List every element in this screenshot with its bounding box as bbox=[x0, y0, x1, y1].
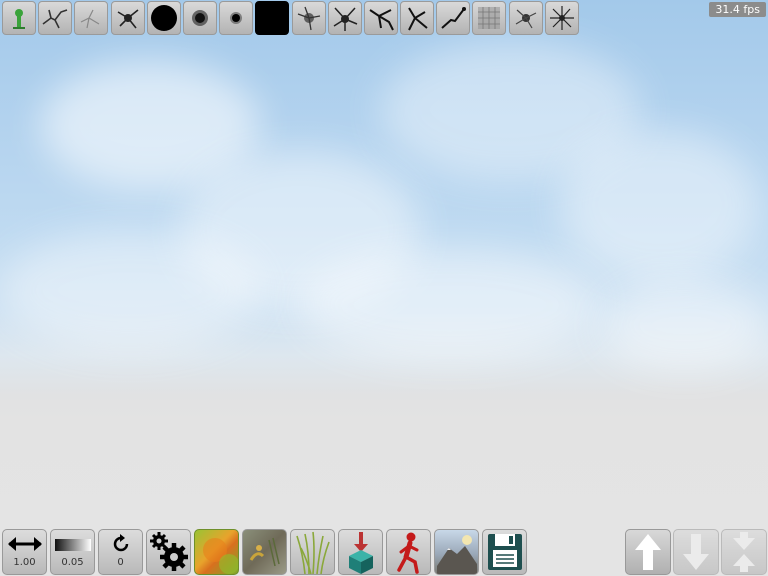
large-round-brush-button[interactable] bbox=[146, 1, 181, 35]
cloud bbox=[300, 250, 600, 360]
large-round-brush-icon bbox=[150, 5, 177, 31]
lower-terrain-button[interactable] bbox=[673, 529, 719, 575]
scatter-brush-icon bbox=[515, 9, 536, 29]
grass-button[interactable] bbox=[290, 529, 335, 575]
flatten-terrain-button[interactable] bbox=[721, 529, 767, 575]
root-brush-icon bbox=[408, 7, 428, 31]
square-brush-icon bbox=[258, 4, 287, 32]
splatter-brush-icon bbox=[297, 6, 320, 31]
root-brush-button[interactable] bbox=[400, 1, 435, 35]
crack-brush-button[interactable] bbox=[38, 1, 73, 35]
splat-brush-button[interactable] bbox=[110, 1, 145, 35]
line-brush-button[interactable] bbox=[436, 1, 471, 35]
fps-counter: 31.4 fps bbox=[709, 2, 766, 17]
noise-brush-button[interactable] bbox=[472, 1, 507, 35]
star-splat-brush-button[interactable] bbox=[327, 1, 362, 35]
up-arrow-icon bbox=[635, 534, 661, 570]
down-arrow-icon bbox=[683, 534, 709, 570]
tree-brush-button[interactable] bbox=[2, 1, 36, 35]
grass-icon bbox=[295, 531, 330, 574]
gears-icon bbox=[149, 532, 188, 571]
crack-brush-icon bbox=[42, 9, 68, 29]
settings-button[interactable] bbox=[146, 529, 191, 575]
detail-texture-icon bbox=[249, 537, 280, 567]
small-round-brush-button[interactable] bbox=[219, 1, 254, 35]
gradient-icon bbox=[54, 539, 91, 551]
place-object-button[interactable] bbox=[338, 529, 383, 575]
terrain-texture-icon bbox=[202, 538, 238, 574]
splat-brush-icon bbox=[117, 9, 139, 29]
rotate-icon bbox=[113, 534, 128, 552]
save-disk-icon bbox=[487, 534, 522, 570]
brush-toolbar bbox=[2, 1, 581, 37]
brush-opacity-value: 0.05 bbox=[61, 557, 84, 568]
terrain-view-icon bbox=[436, 535, 477, 574]
splatter-brush-button[interactable] bbox=[291, 1, 326, 35]
sky-viewport[interactable] bbox=[0, 0, 768, 576]
flatten-arrows-icon bbox=[733, 532, 755, 572]
tool-toolbar: 1.00 0.05 0 bbox=[2, 529, 530, 575]
faint-crack-brush-button[interactable] bbox=[74, 1, 109, 35]
brush-opacity-control[interactable]: 0.05 bbox=[50, 529, 95, 575]
raise-terrain-button[interactable] bbox=[625, 529, 671, 575]
branch-brush-button[interactable] bbox=[363, 1, 398, 35]
small-round-brush-icon bbox=[230, 12, 243, 24]
burst-brush-icon bbox=[549, 6, 574, 30]
faint-crack-brush-icon bbox=[81, 9, 100, 29]
line-brush-icon bbox=[441, 7, 467, 29]
branch-brush-icon bbox=[369, 9, 394, 31]
brush-size-control[interactable]: 1.00 bbox=[2, 529, 47, 575]
cloud bbox=[600, 280, 768, 370]
brush-rotation-value: 0 bbox=[117, 557, 124, 568]
brush-size-value: 1.00 bbox=[13, 557, 36, 568]
terrain-view-button[interactable] bbox=[434, 529, 479, 575]
cloud bbox=[560, 130, 760, 280]
brush-rotation-control[interactable]: 0 bbox=[98, 529, 143, 575]
walk-icon bbox=[396, 532, 419, 574]
burst-brush-button[interactable] bbox=[544, 1, 579, 35]
star-splat-brush-icon bbox=[333, 7, 357, 31]
tree-brush-icon bbox=[13, 9, 25, 29]
medium-soft-brush-button[interactable] bbox=[182, 1, 217, 35]
place-object-icon bbox=[348, 532, 373, 574]
square-brush-button[interactable] bbox=[255, 1, 290, 35]
cloud bbox=[0, 230, 260, 350]
save-button[interactable] bbox=[482, 529, 527, 575]
detail-texture-button[interactable] bbox=[242, 529, 287, 575]
resize-arrows-icon bbox=[7, 537, 42, 551]
noise-brush-icon bbox=[478, 7, 501, 29]
scatter-brush-button[interactable] bbox=[508, 1, 543, 35]
walk-mode-button[interactable] bbox=[386, 529, 431, 575]
height-toolbar bbox=[625, 529, 768, 575]
terrain-texture-button[interactable] bbox=[194, 529, 239, 575]
medium-soft-brush-icon bbox=[191, 10, 208, 26]
